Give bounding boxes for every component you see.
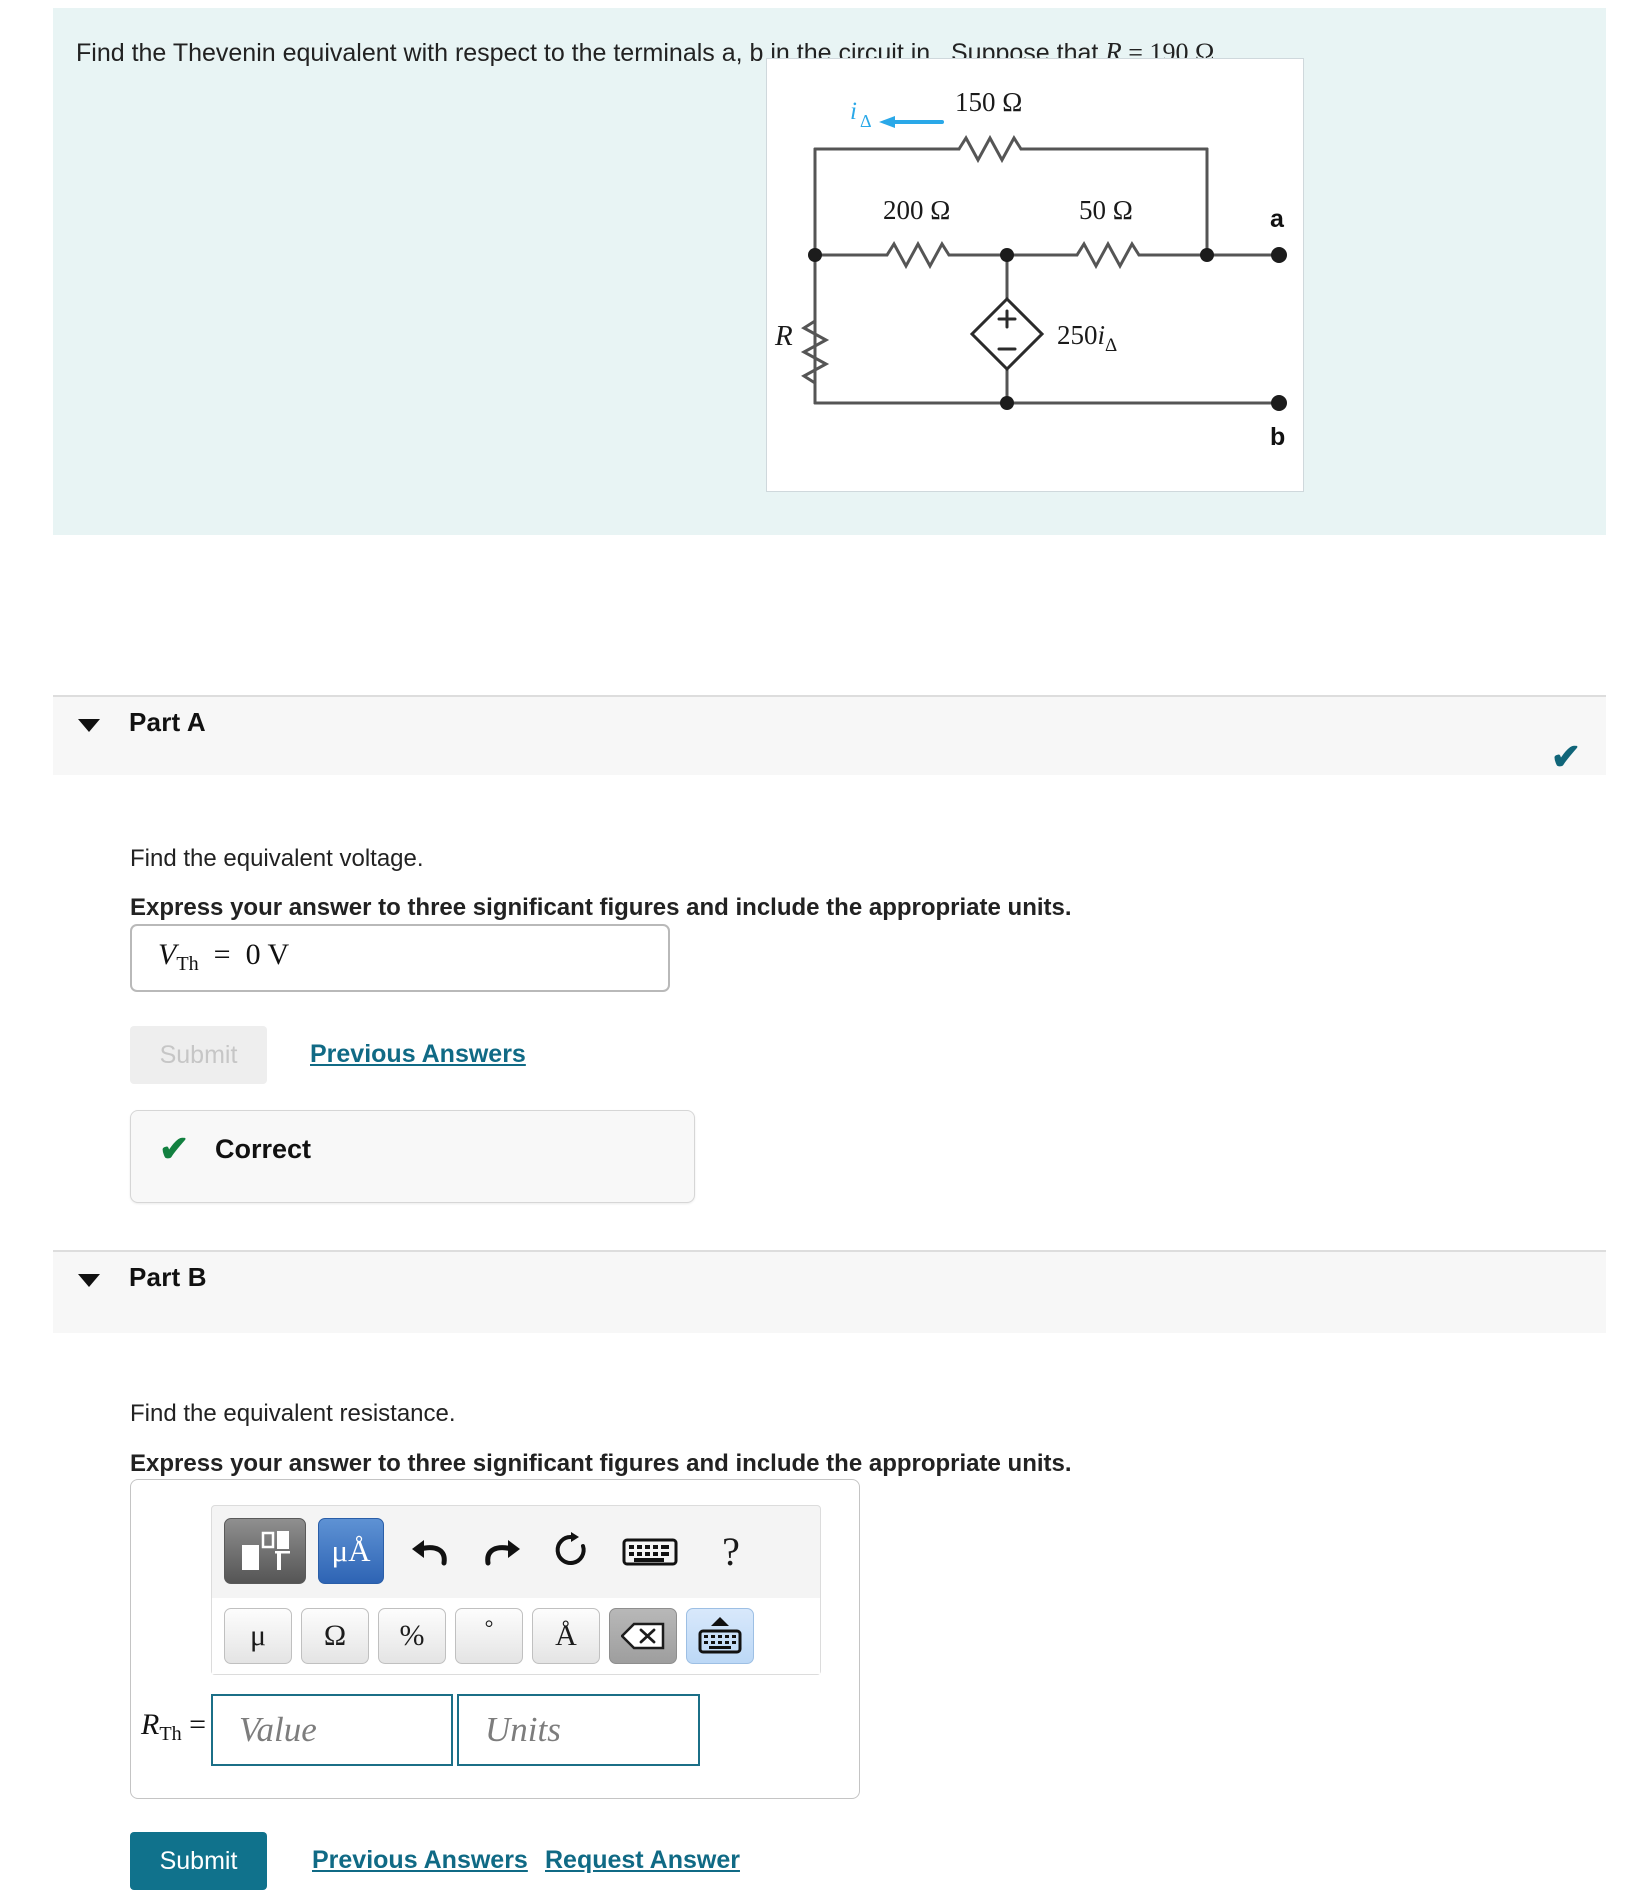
units-input-placeholder: Units <box>485 1710 561 1749</box>
part-b-submit-button[interactable]: Submit <box>130 1832 267 1890</box>
label-50-ohm: 50 Ω <box>1079 195 1133 225</box>
part-b-previous-answers-link[interactable]: Previous Answers <box>312 1846 528 1875</box>
redo-glyph <box>485 1540 520 1566</box>
math-toolbar-row-symbols: μ Ω % ° Å <box>212 1598 820 1674</box>
hide-keyboard-glyph <box>698 1617 742 1654</box>
part-a-answer-symbol: V <box>158 938 177 971</box>
label-150-ohm: 150 Ω <box>955 87 1022 117</box>
circuit-figure: i Δ 150 Ω 200 Ω 50 Ω R 250iΔ a b <box>766 58 1304 492</box>
part-b-answer-entry-card: μÅ ? μ Ω % ° Å RTh = Value Units <box>130 1479 860 1799</box>
label-200-ohm: 200 Ω <box>883 195 950 225</box>
part-b-title: Part B <box>129 1262 207 1292</box>
part-b-request-answer-link[interactable]: Request Answer <box>545 1846 740 1875</box>
part-b-answer-equals: = <box>189 1708 207 1741</box>
help-icon[interactable]: ? <box>700 1520 762 1582</box>
part-a-answer-symbol-sub: Th <box>176 953 199 976</box>
label-terminal-b: b <box>1270 423 1285 451</box>
part-a-answer-equals: = <box>213 938 231 971</box>
template-picker-icon[interactable] <box>224 1518 306 1584</box>
part-a-answer-expression: VTh = 0 V <box>158 938 289 976</box>
part-a-header[interactable]: Part A ✔ <box>53 695 1606 775</box>
part-a-title: Part A <box>129 707 206 737</box>
math-toolbar: μÅ ? μ Ω % ° Å <box>211 1505 821 1675</box>
part-a-submit-button[interactable]: Submit <box>130 1026 267 1084</box>
part-a-prompt: Find the equivalent voltage. <box>130 845 424 872</box>
label-terminal-a: a <box>1270 205 1285 233</box>
reset-glyph <box>555 1532 586 1565</box>
key-mu[interactable]: μ <box>224 1608 292 1664</box>
math-toolbar-row-primary: μÅ ? <box>212 1506 820 1598</box>
label-dependent-source: 250iΔ <box>1057 320 1117 356</box>
problem-page: Find the Thevenin equivalent with respec… <box>0 0 1640 1890</box>
backspace-glyph <box>621 1622 665 1650</box>
circuit-svg: i Δ 150 Ω 200 Ω 50 Ω R 250iΔ a b <box>774 87 1287 451</box>
part-b-answer-label: RTh = <box>141 1708 206 1746</box>
key-ohm[interactable]: Ω <box>301 1608 369 1664</box>
part-b-prompt: Find the equivalent resistance. <box>130 1400 456 1427</box>
label-i-delta-sub: Δ <box>860 111 872 131</box>
correct-label: Correct <box>215 1134 312 1164</box>
part-a-feedback-correct: ✔ Correct <box>130 1110 695 1203</box>
part-b-instruction: Express your answer to three significant… <box>130 1450 1072 1477</box>
part-a-status-check-icon: ✔ <box>1550 736 1581 777</box>
template-glyph <box>242 1531 290 1570</box>
part-b-header[interactable]: Part B <box>53 1250 1606 1333</box>
units-mu-angstrom-icon[interactable]: μÅ <box>318 1518 384 1584</box>
value-input-placeholder: Value <box>239 1710 317 1749</box>
part-a-collapse-caret-icon[interactable] <box>78 719 100 732</box>
undo-glyph <box>412 1540 447 1566</box>
keyboard-icon[interactable] <box>610 1520 690 1582</box>
reset-icon[interactable] <box>540 1520 602 1582</box>
key-percent[interactable]: % <box>378 1608 446 1664</box>
part-a-answer-value: 0 V <box>245 938 290 971</box>
key-degree[interactable]: ° <box>455 1608 523 1664</box>
dependent-source-polarity <box>997 309 1017 351</box>
part-a-instruction: Express your answer to three significant… <box>130 894 1072 921</box>
current-arrow-icon <box>879 116 944 128</box>
key-hide-keyboard[interactable] <box>686 1608 754 1664</box>
part-b-answer-symbol-sub: Th <box>159 1723 182 1746</box>
value-input[interactable]: Value <box>211 1694 453 1766</box>
part-b-collapse-caret-icon[interactable] <box>78 1274 100 1287</box>
label-i-delta: i <box>850 98 857 125</box>
redo-icon[interactable] <box>470 1520 532 1582</box>
units-mu-angstrom-label: μÅ <box>331 1533 371 1568</box>
undo-icon[interactable] <box>400 1520 462 1582</box>
part-b-answer-symbol: R <box>141 1708 160 1741</box>
label-R: R <box>774 320 793 352</box>
key-angstrom[interactable]: Å <box>532 1608 600 1664</box>
correct-check-icon: ✔ <box>159 1128 190 1169</box>
keyboard-glyph <box>622 1538 678 1566</box>
units-input[interactable]: Units <box>457 1694 700 1766</box>
part-b-answer-row: RTh = Value Units <box>131 1694 859 1774</box>
part-a-answer-box: VTh = 0 V <box>130 924 670 992</box>
circuit-nodes <box>808 247 1287 411</box>
part-a-previous-answers-link[interactable]: Previous Answers <box>310 1040 526 1069</box>
key-backspace[interactable] <box>609 1608 677 1664</box>
